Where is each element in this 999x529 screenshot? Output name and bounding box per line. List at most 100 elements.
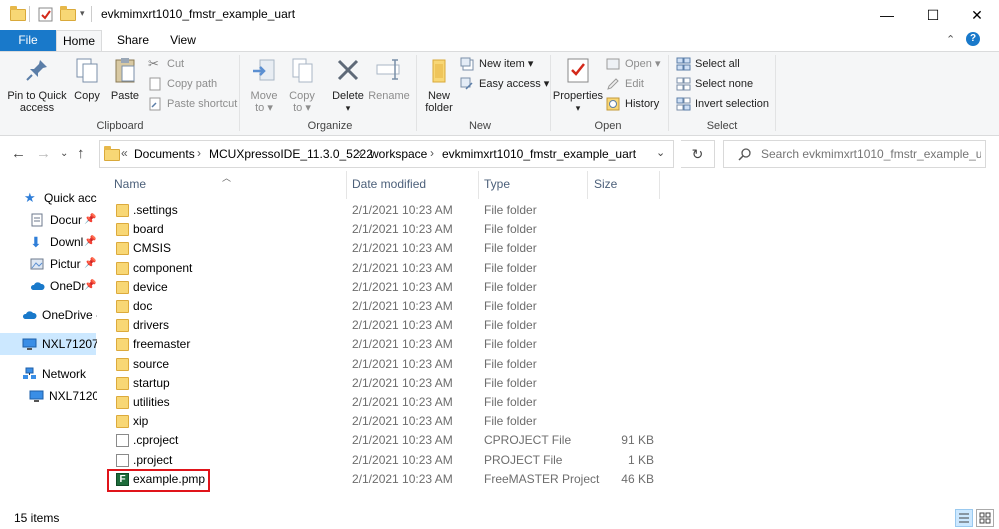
move-to-button[interactable]: Move to ▾	[246, 56, 282, 114]
large-icons-view-button[interactable]	[976, 509, 994, 527]
search-box[interactable]	[723, 140, 986, 168]
tab-home[interactable]: Home	[56, 30, 102, 52]
new-item-button[interactable]: New item ▾	[460, 55, 533, 73]
maximize-button[interactable]: ☐	[910, 0, 956, 30]
details-view-button[interactable]	[955, 509, 973, 527]
refresh-button[interactable]: ↻	[681, 140, 715, 168]
invert-selection-label: Invert selection	[695, 98, 769, 110]
paste-shortcut-button[interactable]: Paste shortcut	[148, 95, 237, 113]
easy-access-button[interactable]: Easy access ▾	[460, 75, 549, 93]
folder-icon	[116, 396, 129, 409]
refresh-icon: ↻	[691, 145, 704, 162]
delete-button[interactable]: Delete ▾	[330, 56, 366, 114]
copy-button[interactable]: Copy	[72, 56, 102, 102]
address-bar[interactable]: « Documents › MCUXpressoIDE_11.3.0_5222 …	[99, 140, 674, 168]
nav-item-onedrive[interactable]: OneDrive -	[22, 305, 97, 325]
recent-locations-chevron-icon[interactable]: ⌄	[60, 148, 68, 159]
nav-item-onedrive-pinned[interactable]: OneDr 📌	[30, 276, 97, 296]
file-name: startup	[133, 375, 170, 390]
nav-item-downloads[interactable]: ⬇ Downl 📌	[30, 232, 97, 252]
rename-button[interactable]: Rename	[368, 56, 410, 102]
table-row[interactable]: .project 2/1/2021 10:23 AM PROJECT File 1 K…	[100, 451, 660, 470]
table-row[interactable]: device 2/1/2021 10:23 AM File folder	[100, 278, 660, 297]
file-type: File folder	[484, 318, 537, 333]
open-button[interactable]: Open ▾	[606, 55, 661, 73]
file-name: freemaster	[133, 337, 191, 352]
copy-to-button[interactable]: Copy to ▾	[286, 56, 318, 114]
table-row[interactable]: drivers 2/1/2021 10:23 AM File folder	[100, 316, 660, 335]
paste-icon	[115, 58, 135, 83]
table-row[interactable]: component 2/1/2021 10:23 AM File folder	[100, 259, 660, 278]
breadcrumb-workspace[interactable]: workspace	[370, 147, 427, 161]
nav-item-documents[interactable]: Docur 📌	[30, 210, 97, 230]
edit-button[interactable]: Edit	[606, 75, 644, 93]
table-row[interactable]: doc 2/1/2021 10:23 AM File folder	[100, 297, 660, 316]
back-arrow-icon[interactable]: ←	[11, 145, 26, 162]
collapse-ribbon-icon[interactable]: ⌃	[946, 33, 955, 46]
folder-icon	[116, 357, 129, 371]
address-dropdown-chevron-icon[interactable]: ⌄	[656, 146, 665, 159]
table-row[interactable]: xip 2/1/2021 10:23 AM File folder	[100, 412, 660, 431]
table-row[interactable]: board 2/1/2021 10:23 AM File folder	[100, 220, 660, 239]
properties-check-icon[interactable]	[38, 7, 54, 22]
properties-label: Properties	[552, 90, 604, 102]
nav-item-pictures[interactable]: Pictur 📌	[30, 254, 97, 274]
tab-file[interactable]: File	[0, 30, 56, 52]
close-button[interactable]: ✕	[954, 0, 999, 30]
ribbon-tab-bar: File Home Share View ⌃ ?	[0, 30, 999, 52]
rename-label: Rename	[368, 90, 410, 102]
details-view-icon	[959, 513, 969, 523]
nav-item-quick-access[interactable]: ★ Quick acce	[24, 188, 97, 208]
table-row[interactable]: source 2/1/2021 10:23 AM File folder	[100, 355, 660, 374]
table-row[interactable]: CMSIS 2/1/2021 10:23 AM File folder	[100, 239, 660, 258]
column-header-name[interactable]: Name	[114, 177, 146, 191]
select-none-label: Select none	[695, 78, 754, 90]
nav-item-network-computer[interactable]: NXL7120	[29, 386, 97, 406]
up-arrow-icon[interactable]: ↑	[77, 145, 85, 162]
table-row[interactable]: freemaster 2/1/2021 10:23 AM File folder	[100, 335, 660, 354]
column-header-size[interactable]: Size	[594, 177, 617, 191]
copy-path-button[interactable]: Copy path	[148, 75, 217, 93]
folder-icon	[116, 204, 129, 217]
tab-share[interactable]: Share	[110, 30, 156, 52]
select-none-button[interactable]: Select none	[676, 75, 753, 93]
pin-icon: 📌	[84, 236, 97, 247]
breadcrumb-mcuxpressoide[interactable]: MCUXpressoIDE_11.3.0_5222	[209, 147, 373, 161]
table-row[interactable]: .cproject 2/1/2021 10:23 AM CPROJECT File 9…	[100, 431, 660, 450]
title-bar: ▾ evkmimxrt1010_fmstr_example_uart — ☐ ✕	[0, 0, 999, 30]
column-header-date[interactable]: Date modified	[352, 177, 426, 191]
forward-arrow-icon[interactable]: →	[36, 145, 51, 162]
help-icon[interactable]: ?	[966, 32, 980, 46]
nav-item-network[interactable]: Network	[22, 364, 97, 384]
select-all-button[interactable]: Select all	[676, 55, 740, 73]
file-type: File folder	[484, 299, 537, 313]
properties-button[interactable]: Properties ▾	[552, 56, 604, 114]
new-folder-button[interactable]: New folder	[420, 56, 458, 114]
table-row[interactable]: startup 2/1/2021 10:23 AM File folder	[100, 374, 660, 393]
tab-view[interactable]: View	[160, 30, 206, 52]
copy-to-icon	[292, 58, 313, 83]
nav-item-this-pc[interactable]: NXL71207	[22, 334, 97, 354]
customize-quick-access-icon[interactable]: ▾	[80, 8, 85, 19]
cut-button[interactable]: ✂ Cut	[148, 55, 184, 73]
move-to-label-2: to ▾	[255, 102, 273, 114]
pin-to-quick-access-button[interactable]: Pin to Quick access	[4, 56, 70, 114]
minimize-button[interactable]: —	[864, 0, 910, 30]
new-folder-icon[interactable]	[60, 6, 76, 21]
column-header-type[interactable]: Type	[484, 177, 510, 191]
history-button[interactable]: History	[606, 95, 659, 113]
hidden-locations-chevron[interactable]: «	[121, 146, 128, 160]
file-name: board	[133, 222, 164, 237]
table-row[interactable]: .settings 2/1/2021 10:23 AM File folder	[100, 201, 660, 220]
file-date-modified: 2/1/2021 10:23 AM	[352, 471, 453, 486]
paste-button[interactable]: Paste	[108, 56, 142, 102]
breadcrumb-current-folder[interactable]: evkmimxrt1010_fmstr_example_uart	[442, 147, 636, 161]
table-row[interactable]: utilities 2/1/2021 10:23 AM File folder	[100, 393, 660, 412]
invert-selection-button[interactable]: Invert selection	[676, 95, 769, 113]
select-all-label: Select all	[695, 58, 740, 70]
file-date-modified: 2/1/2021 10:23 AM	[352, 203, 453, 217]
annotation-highlight-box	[107, 469, 210, 492]
breadcrumb-documents[interactable]: Documents	[134, 147, 195, 161]
download-icon: ⬇	[30, 234, 42, 250]
search-input[interactable]	[761, 147, 981, 161]
